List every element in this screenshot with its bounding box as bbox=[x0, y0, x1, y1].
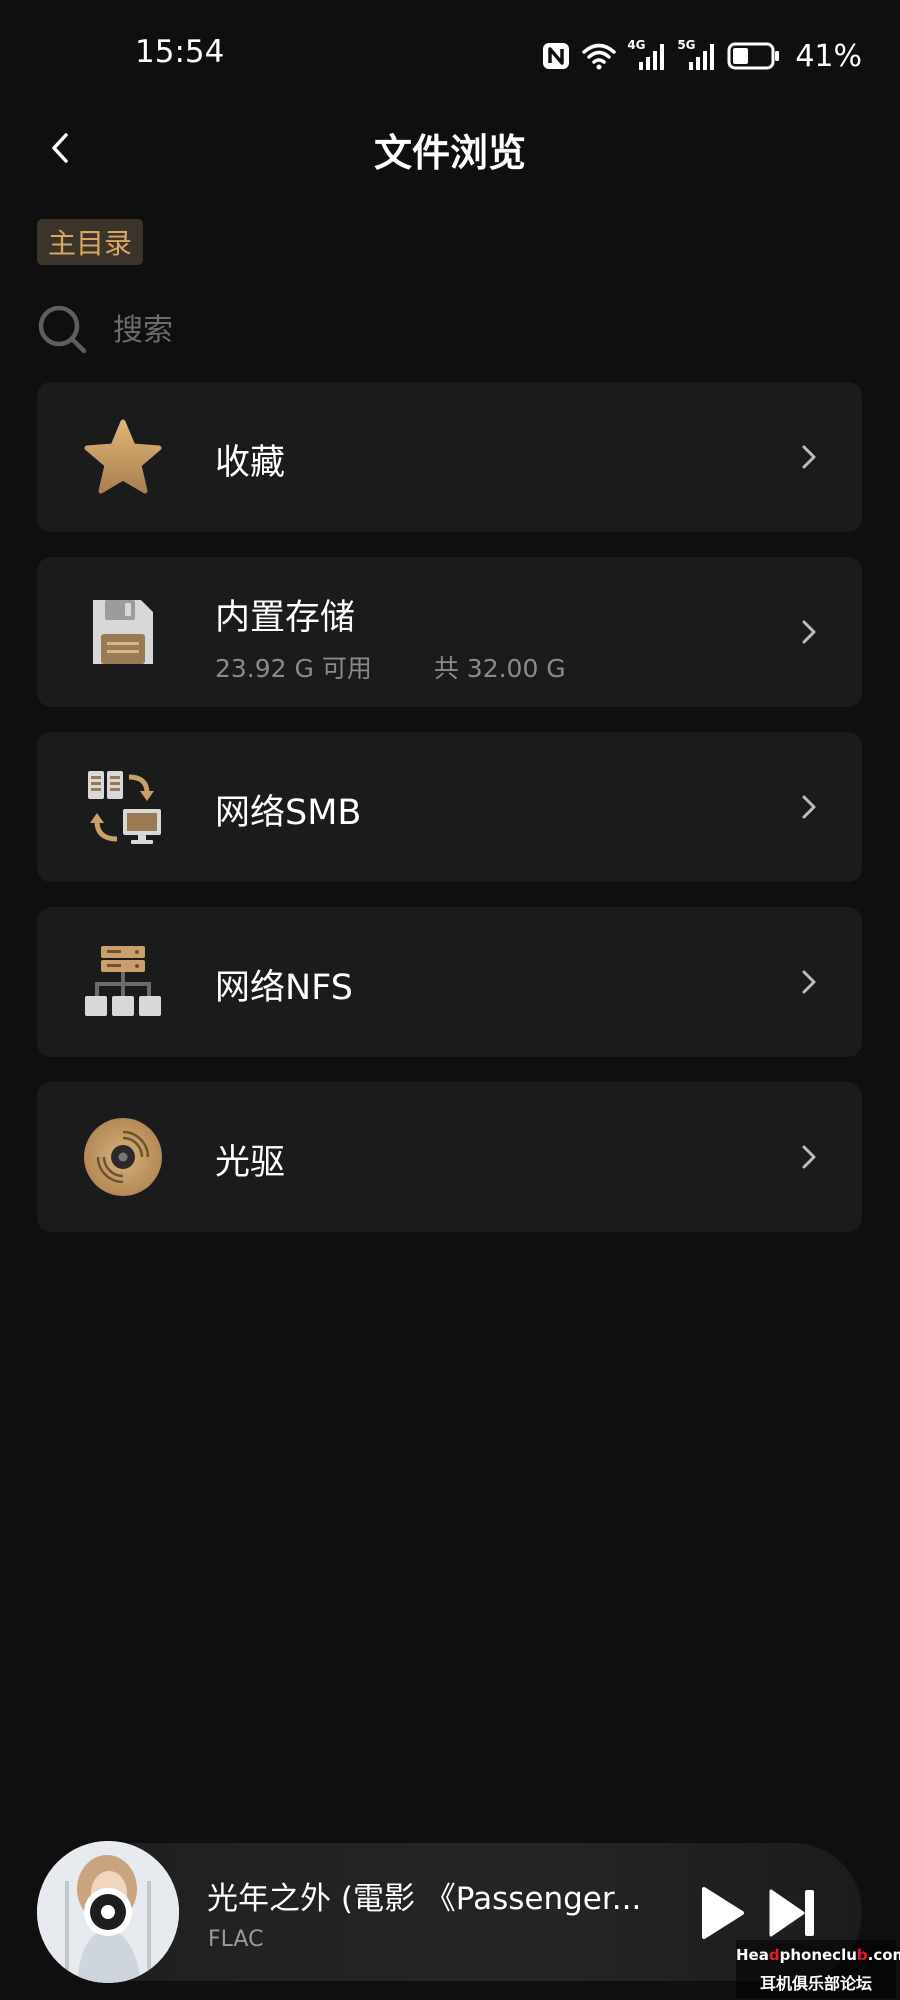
chevron-right-icon bbox=[802, 620, 816, 644]
signal-bars-icon bbox=[639, 44, 665, 70]
storage-info: 23.92 G 可用 共 32.00 G bbox=[215, 649, 566, 685]
chevron-right-icon bbox=[802, 970, 816, 994]
optical-drive-label: 光驱 bbox=[215, 1143, 286, 1183]
app-screen: 15:54 4G 5G 41% 文件浏览 主目录 搜索 收藏 内置存储 23.9… bbox=[0, 0, 900, 2000]
play-button[interactable] bbox=[692, 1885, 748, 1941]
search-bar[interactable] bbox=[37, 300, 862, 360]
network-nfs-label: 网络NFS bbox=[215, 968, 353, 1008]
storage-total: 共 32.00 G bbox=[433, 654, 566, 683]
search-input[interactable] bbox=[111, 311, 715, 349]
next-track-button[interactable] bbox=[765, 1885, 821, 1941]
network-smb-label: 网络SMB bbox=[215, 793, 362, 833]
status-icons: 4G 5G 41% bbox=[541, 36, 862, 76]
favorites-label: 收藏 bbox=[215, 443, 286, 483]
song-title: 光年之外 (電影 《Passenger... bbox=[207, 1881, 642, 1917]
wifi-icon bbox=[582, 43, 617, 70]
song-format: FLAC bbox=[208, 1927, 264, 1952]
status-time: 15:54 bbox=[135, 34, 225, 70]
battery-percent: 41% bbox=[795, 38, 862, 74]
page-title: 文件浏览 bbox=[373, 131, 526, 175]
cell-signal-2: 5G bbox=[677, 38, 717, 72]
smb-transfer-icon bbox=[83, 767, 163, 847]
battery-icon bbox=[727, 42, 780, 70]
search-icon bbox=[38, 305, 87, 354]
storage-available: 23.92 G 可用 bbox=[215, 654, 372, 683]
optical-drive-item[interactable]: 光驱 bbox=[37, 1082, 862, 1232]
network-smb-item[interactable]: 网络SMB bbox=[37, 732, 862, 882]
network-nfs-item[interactable]: 网络NFS bbox=[37, 907, 862, 1057]
internal-storage-label: 内置存储 bbox=[215, 598, 356, 638]
chevron-right-icon bbox=[802, 445, 816, 469]
watermark: Headphoneclub.com 耳机俱乐部论坛 bbox=[736, 1940, 900, 1998]
watermark-name: 耳机俱乐部论坛 bbox=[759, 1974, 872, 1993]
network-tree-icon bbox=[83, 942, 163, 1022]
watermark-site: Headphoneclub.com bbox=[736, 1946, 900, 1964]
floppy-disk-icon bbox=[83, 592, 163, 672]
signal-bars-icon bbox=[689, 44, 715, 70]
header: 文件浏览 bbox=[0, 112, 900, 184]
internal-storage-item[interactable]: 内置存储 23.92 G 可用 共 32.00 G bbox=[37, 557, 862, 707]
cell-signal-1: 4G bbox=[627, 38, 667, 72]
chevron-right-icon bbox=[802, 795, 816, 819]
status-bar: 15:54 4G 5G 41% bbox=[0, 0, 900, 112]
chevron-right-icon bbox=[802, 1145, 816, 1169]
favorites-item[interactable]: 收藏 bbox=[37, 382, 862, 532]
star-icon bbox=[83, 417, 163, 497]
disc-icon bbox=[83, 1117, 163, 1197]
breadcrumb-home[interactable]: 主目录 bbox=[37, 219, 144, 265]
album-art[interactable] bbox=[37, 1841, 179, 1983]
nfc-icon bbox=[543, 43, 570, 69]
